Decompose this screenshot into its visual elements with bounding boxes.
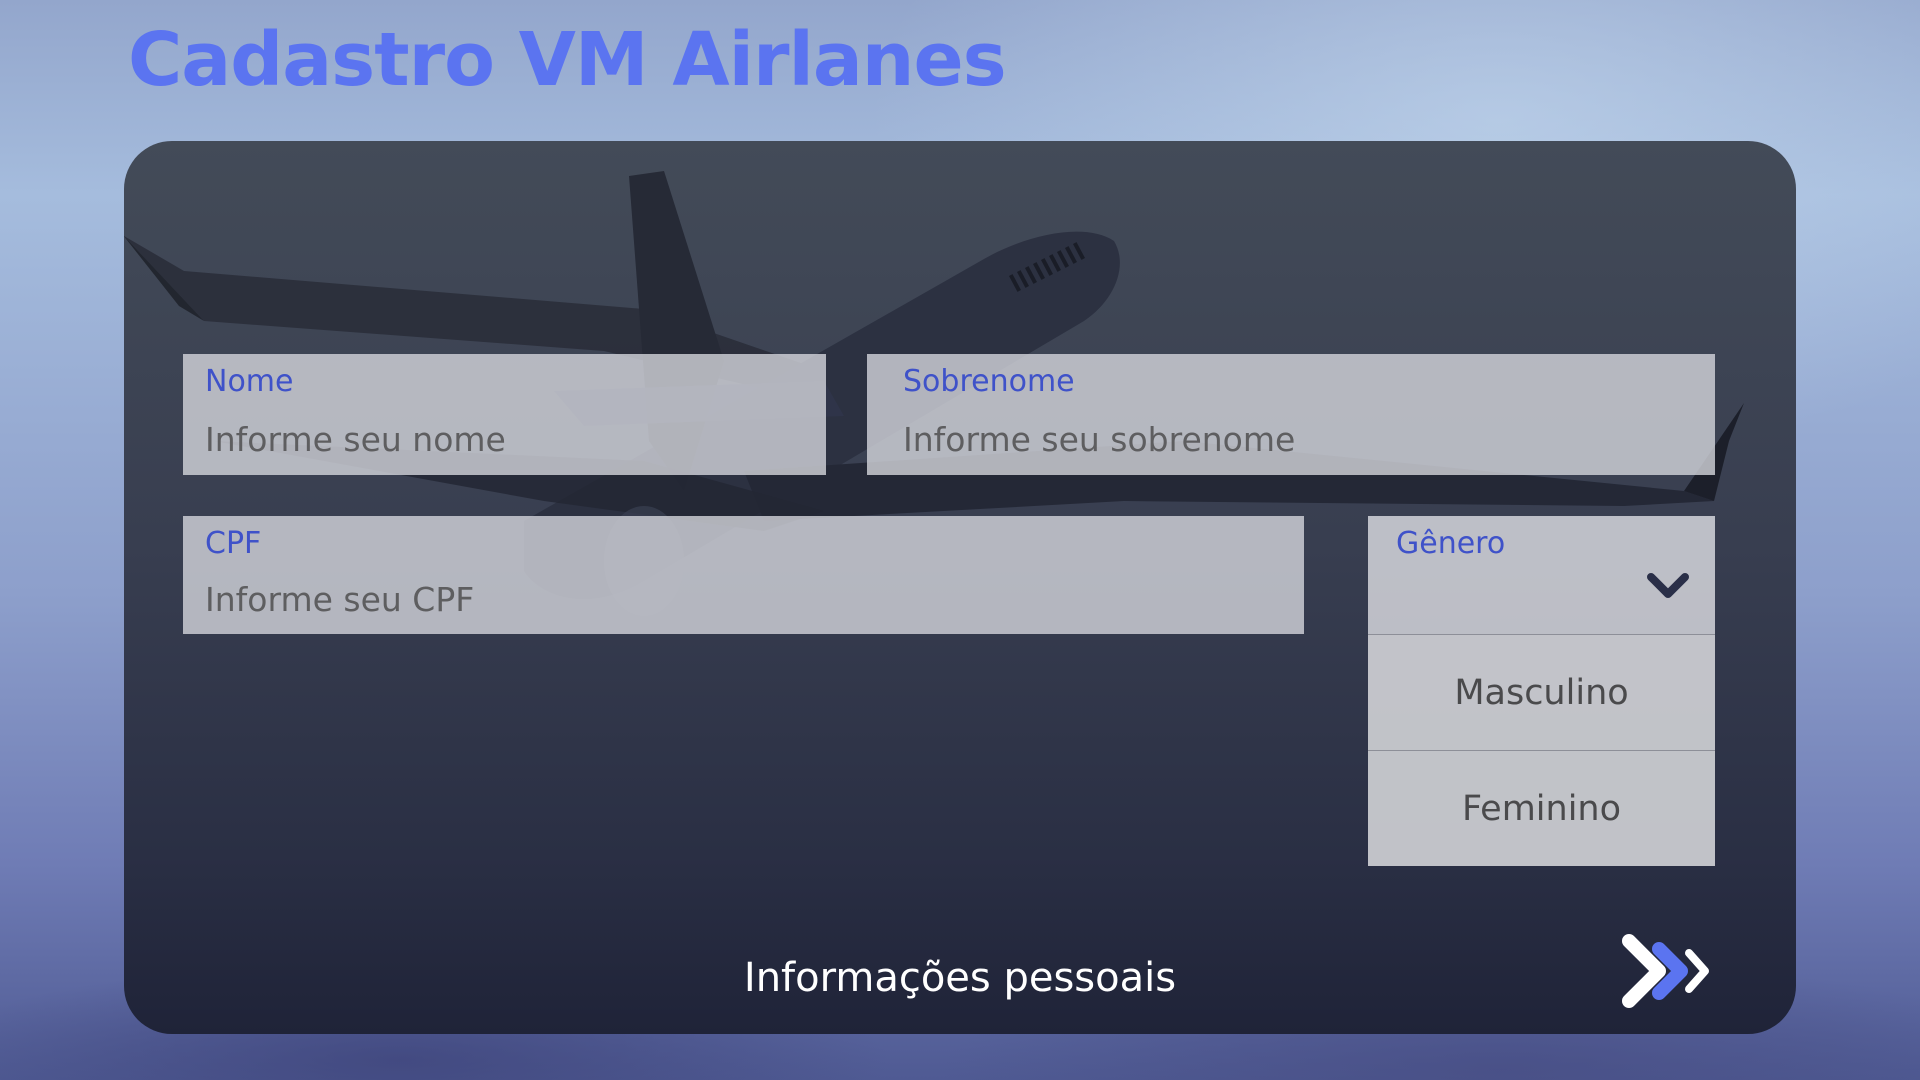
nome-field: Nome <box>183 354 826 475</box>
sobrenome-input[interactable] <box>903 414 1707 464</box>
section-caption: Informações pessoais <box>743 955 1177 1001</box>
sobrenome-label: Sobrenome <box>903 364 1075 399</box>
double-chevron-right-icon <box>1622 934 1709 1008</box>
sobrenome-field: Sobrenome <box>867 354 1715 475</box>
chevron-down-icon[interactable] <box>1647 572 1689 600</box>
next-button[interactable] <box>1619 931 1719 1011</box>
cpf-field: CPF <box>183 516 1304 634</box>
registration-panel: Nome Sobrenome CPF Gênero Masculino Femi… <box>124 141 1796 1034</box>
genero-dropdown[interactable]: Gênero <box>1368 516 1715 634</box>
page-title: Cadastro VM Airlanes <box>128 17 1007 103</box>
nome-label: Nome <box>205 364 294 399</box>
nome-input[interactable] <box>205 414 804 464</box>
genero-label: Gênero <box>1396 526 1506 561</box>
genero-option-feminino[interactable]: Feminino <box>1368 750 1715 866</box>
genero-option-masculino[interactable]: Masculino <box>1368 634 1715 750</box>
cpf-label: CPF <box>205 526 262 561</box>
cpf-input[interactable] <box>205 574 1282 624</box>
